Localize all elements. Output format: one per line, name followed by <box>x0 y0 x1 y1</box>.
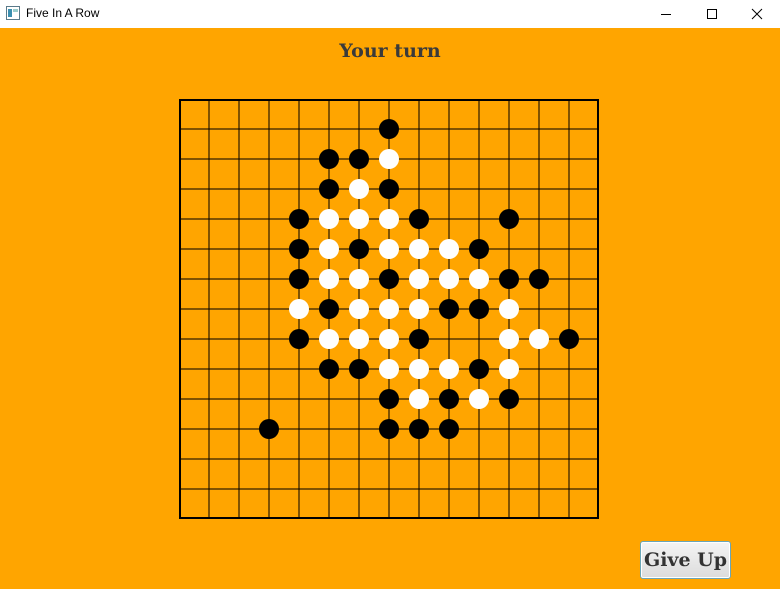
black-stone <box>499 389 519 409</box>
black-stone <box>289 269 309 289</box>
white-stone <box>379 299 399 319</box>
window-title: Five In A Row <box>26 6 100 20</box>
white-stone <box>379 149 399 169</box>
black-stone <box>439 389 459 409</box>
white-stone <box>379 359 399 379</box>
game-board[interactable] <box>179 99 599 519</box>
white-stone <box>439 239 459 259</box>
white-stone <box>469 269 489 289</box>
white-stone <box>439 359 459 379</box>
turn-status: Your turn <box>339 40 441 62</box>
white-stone <box>409 359 429 379</box>
black-stone <box>409 329 429 349</box>
black-stone <box>379 389 399 409</box>
white-stone <box>409 239 429 259</box>
black-stone <box>259 419 279 439</box>
black-stone <box>349 149 369 169</box>
black-stone <box>319 359 339 379</box>
white-stone <box>349 179 369 199</box>
black-stone <box>469 359 489 379</box>
black-stone <box>289 209 309 229</box>
white-stone <box>409 389 429 409</box>
black-stone <box>319 299 339 319</box>
white-stone <box>439 269 459 289</box>
white-stone <box>529 329 549 349</box>
close-icon <box>751 8 763 20</box>
black-stone <box>439 299 459 319</box>
give-up-button[interactable]: Give Up <box>640 541 731 579</box>
maximize-icon <box>707 9 717 19</box>
black-stone <box>379 269 399 289</box>
white-stone <box>499 359 519 379</box>
white-stone <box>319 239 339 259</box>
white-stone <box>409 269 429 289</box>
black-stone <box>319 179 339 199</box>
black-stone <box>379 419 399 439</box>
black-stone <box>559 329 579 349</box>
white-stone <box>379 329 399 349</box>
black-stone <box>499 209 519 229</box>
black-stone <box>529 269 549 289</box>
white-stone <box>349 329 369 349</box>
white-stone <box>499 299 519 319</box>
white-stone <box>469 389 489 409</box>
black-stone <box>499 269 519 289</box>
white-stone <box>349 269 369 289</box>
white-stone <box>409 299 429 319</box>
title-bar: Five In A Row <box>0 0 780 28</box>
white-stone <box>379 209 399 229</box>
app-icon <box>6 6 20 20</box>
black-stone <box>469 299 489 319</box>
black-stone <box>349 239 369 259</box>
close-button[interactable] <box>734 0 780 28</box>
white-stone <box>349 209 369 229</box>
white-stone <box>319 329 339 349</box>
black-stone <box>439 419 459 439</box>
white-stone <box>379 239 399 259</box>
black-stone <box>409 209 429 229</box>
black-stone <box>409 419 429 439</box>
black-stone <box>349 359 369 379</box>
white-stone <box>349 299 369 319</box>
black-stone <box>379 179 399 199</box>
black-stone <box>469 239 489 259</box>
maximize-button[interactable] <box>689 0 735 28</box>
white-stone <box>499 329 519 349</box>
black-stone <box>379 119 399 139</box>
white-stone <box>319 269 339 289</box>
minimize-button[interactable] <box>643 0 689 28</box>
black-stone <box>319 149 339 169</box>
white-stone <box>289 299 309 319</box>
black-stone <box>289 239 309 259</box>
white-stone <box>319 209 339 229</box>
black-stone <box>289 329 309 349</box>
minimize-icon <box>661 14 671 15</box>
